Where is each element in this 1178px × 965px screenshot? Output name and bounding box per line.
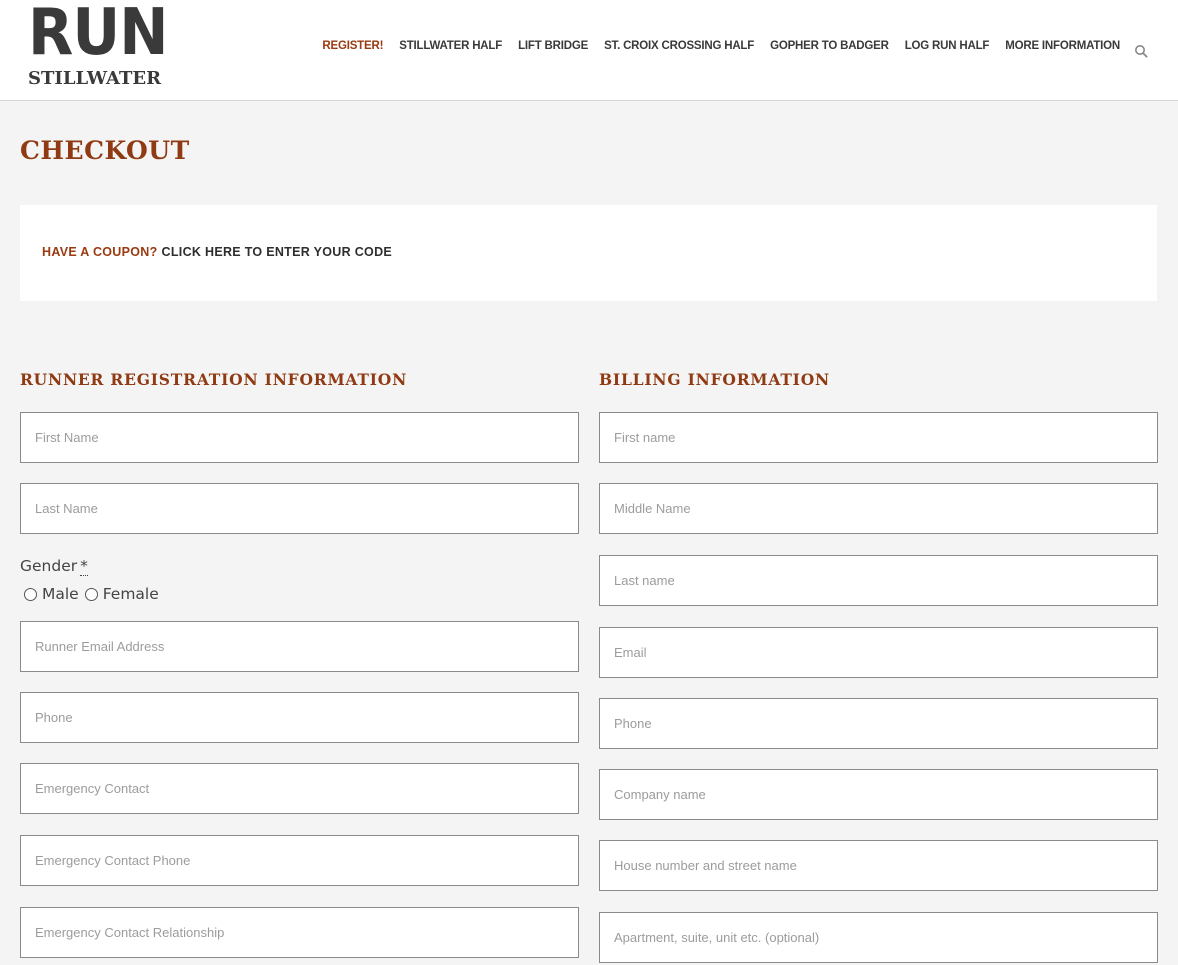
billing-street-input[interactable]	[599, 840, 1158, 891]
coupon-text: HAVE A COUPON? CLICK HERE TO ENTER YOUR C…	[42, 245, 392, 259]
runner-section-heading: RUNNER REGISTRATION INFORMATION	[20, 370, 408, 389]
emergency-contact-input[interactable]	[20, 763, 579, 814]
coupon-notice: HAVE A COUPON? CLICK HERE TO ENTER YOUR C…	[20, 205, 1157, 301]
gender-option-male[interactable]: Male	[24, 585, 79, 603]
nav-item-st-croix-crossing-half[interactable]: ST. CROIX CROSSING HALF	[604, 40, 754, 52]
gender-radio-group: Male Female	[24, 585, 165, 603]
nav-item-log-run-half[interactable]: LOG RUN HALF	[905, 40, 990, 52]
male-label: Male	[42, 585, 79, 603]
runner-first-name-input[interactable]	[20, 412, 579, 463]
logo-sub-text: STILLWATER	[28, 68, 162, 89]
billing-email-input[interactable]	[599, 627, 1158, 678]
main-nav: REGISTER! STILLWATER HALF LIFT BRIDGE ST…	[322, 40, 1120, 52]
billing-phone-input[interactable]	[599, 698, 1158, 749]
coupon-question: HAVE A COUPON?	[42, 245, 158, 259]
nav-item-gopher-to-badger[interactable]: GOPHER TO BADGER	[770, 40, 889, 52]
billing-last-name-input[interactable]	[599, 555, 1158, 606]
male-radio[interactable]	[24, 587, 37, 601]
gender-label: Gender *	[20, 557, 88, 576]
site-logo[interactable]: RUN STILLWATER	[24, 0, 169, 96]
logo-run-text: RUN	[28, 0, 169, 70]
gender-label-text: Gender	[20, 557, 78, 575]
coupon-link[interactable]: CLICK HERE TO ENTER YOUR CODE	[162, 245, 392, 259]
emergency-contact-phone-input[interactable]	[20, 835, 579, 886]
billing-section-heading: BILLING INFORMATION	[599, 370, 830, 389]
runner-phone-input[interactable]	[20, 692, 579, 743]
nav-item-more-information[interactable]: MORE INFORMATION	[1005, 40, 1120, 52]
billing-company-input[interactable]	[599, 769, 1158, 820]
emergency-contact-relationship-input[interactable]	[20, 907, 579, 958]
billing-apartment-input[interactable]	[599, 912, 1158, 963]
female-label: Female	[102, 585, 159, 603]
nav-item-stillwater-half[interactable]: STILLWATER HALF	[399, 40, 502, 52]
required-mark: *	[80, 557, 88, 576]
nav-item-lift-bridge[interactable]: LIFT BRIDGE	[518, 40, 588, 52]
female-radio[interactable]	[84, 587, 98, 601]
runner-email-input[interactable]	[20, 621, 579, 672]
billing-first-name-input[interactable]	[599, 412, 1158, 463]
site-header: RUN STILLWATER REGISTER! STILLWATER HALF…	[0, 0, 1178, 101]
nav-item-register[interactable]: REGISTER!	[322, 40, 383, 52]
page-title: CHECKOUT	[20, 136, 190, 165]
search-icon[interactable]	[1134, 44, 1148, 58]
gender-option-female[interactable]: Female	[84, 585, 159, 603]
billing-middle-name-input[interactable]	[599, 483, 1158, 534]
runner-last-name-input[interactable]	[20, 483, 579, 534]
